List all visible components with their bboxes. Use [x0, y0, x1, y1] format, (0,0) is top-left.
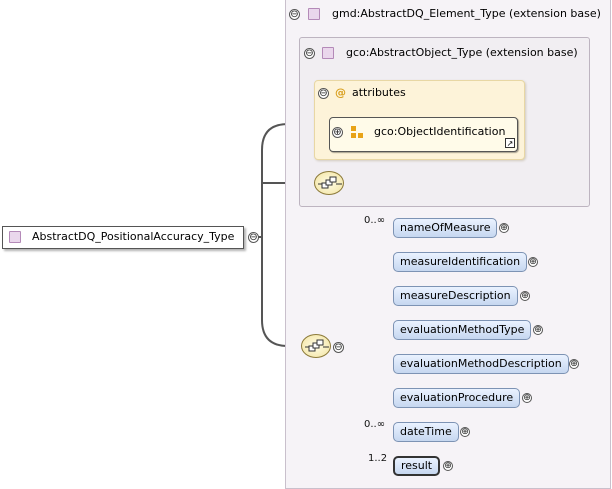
attribute-group-icon [351, 125, 365, 139]
element-evaluation-method-description[interactable]: evaluationMethodDescription [393, 354, 569, 374]
root-type-label: AbstractDQ_PositionalAccuracy_Type [32, 230, 235, 243]
attribute-group-label: gco:ObjectIdentification [374, 125, 506, 138]
sequence-compositor-icon[interactable] [314, 171, 344, 195]
sequence-compositor-icon[interactable] [301, 334, 331, 358]
element-date-time[interactable]: dateTime [393, 422, 459, 442]
type-square-icon [9, 231, 21, 243]
expand-icon[interactable]: ⊕ [522, 393, 532, 403]
attribute-group-expand-icon[interactable]: ⊕ [332, 127, 343, 138]
root-collapse-icon[interactable]: ⊖ [248, 232, 259, 243]
element-cardinality: 0..∞ [364, 215, 386, 226]
element-evaluation-method-type[interactable]: evaluationMethodType [393, 320, 532, 340]
element-name-of-measure[interactable]: nameOfMeasure [393, 218, 498, 238]
expand-icon[interactable]: ⊕ [460, 427, 470, 437]
reference-link-icon: ↗ [505, 138, 515, 148]
expand-icon[interactable]: ⊕ [520, 291, 530, 301]
expand-icon[interactable]: ⊕ [569, 359, 579, 369]
element-cardinality: 1..2 [368, 453, 388, 464]
attributes-label: attributes [352, 86, 406, 99]
element-measure-identification[interactable]: measureIdentification [393, 252, 528, 272]
expand-icon[interactable]: ⊕ [499, 223, 509, 233]
element-measure-description[interactable]: measureDescription [393, 286, 518, 306]
attribute-at-icon: @ [335, 86, 346, 99]
element-result[interactable]: result [393, 456, 441, 476]
element-evaluation-procedure[interactable]: evaluationProcedure [393, 388, 521, 408]
sequence-collapse-icon[interactable]: ⊖ [333, 342, 344, 353]
expand-icon[interactable]: ⊕ [528, 257, 538, 267]
extension-outer-label: gmd:AbstractDQ_Element_Type (extension b… [332, 7, 601, 20]
extension-inner-label: gco:AbstractObject_Type (extension base) [346, 46, 578, 59]
extension-inner-collapse-icon[interactable]: ⊖ [304, 48, 315, 59]
type-square-icon [308, 8, 320, 20]
extension-outer-collapse-icon[interactable]: ⊖ [289, 9, 300, 20]
expand-icon[interactable]: ⊕ [533, 325, 543, 335]
expand-icon[interactable]: ⊕ [443, 461, 453, 471]
attributes-collapse-icon[interactable]: ⊖ [318, 88, 329, 99]
element-cardinality: 0..∞ [364, 419, 386, 430]
type-square-icon [322, 47, 334, 59]
